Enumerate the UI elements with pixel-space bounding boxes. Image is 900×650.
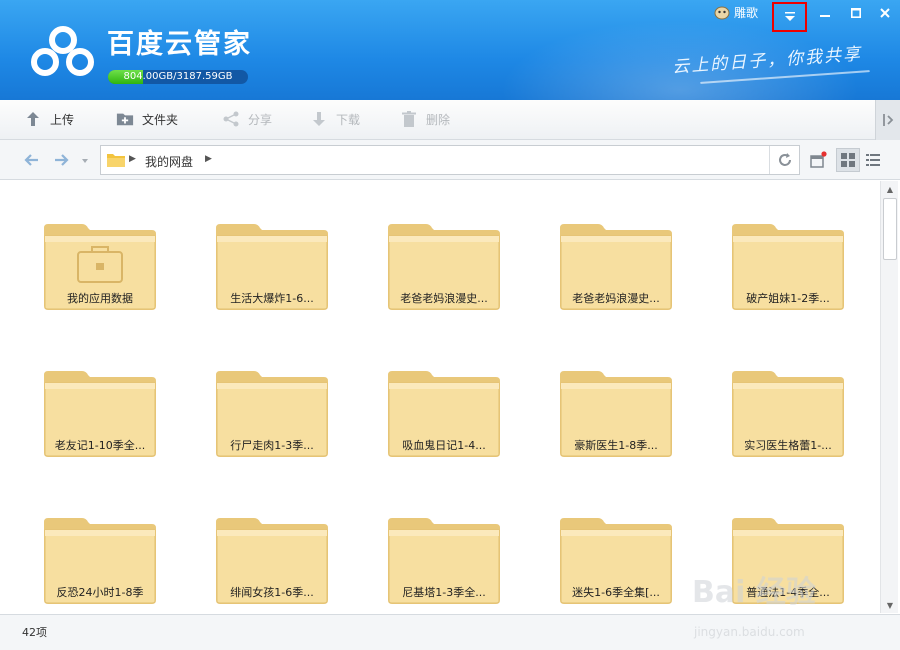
- folder-name: 生活大爆炸1-6...: [230, 292, 314, 305]
- scroll-down-icon[interactable]: ▼: [881, 597, 899, 613]
- history-dropdown-icon[interactable]: [80, 151, 90, 169]
- folder-name: 老爸老妈浪漫史...: [572, 292, 660, 305]
- vertical-scrollbar[interactable]: ▲ ▼: [880, 181, 898, 613]
- folder-name: 迷失1-6季全集[...: [572, 586, 660, 599]
- user-account[interactable]: 雕歌: [714, 4, 758, 21]
- folder-item[interactable]: 绯闻女孩1-6季...: [214, 510, 330, 610]
- grid-view-icon: [841, 153, 855, 167]
- app-title: 百度云管家: [107, 29, 252, 60]
- folder-item[interactable]: 破产姐妹1-2季...: [730, 216, 846, 316]
- forward-arrow-icon[interactable]: [53, 151, 71, 169]
- folder-item[interactable]: 老爸老妈浪漫史...: [386, 216, 502, 316]
- refresh-icon: [778, 153, 791, 166]
- side-panel-toggle[interactable]: [875, 100, 900, 140]
- new-folder-label: 文件夹: [142, 112, 179, 127]
- share-icon: [223, 111, 239, 127]
- breadcrumb-my-disk[interactable]: 我的网盘: [145, 153, 193, 170]
- folder-name: 豪斯医生1-8季...: [574, 439, 658, 452]
- folder-item[interactable]: 普通法1-4季全...: [730, 510, 846, 610]
- minimize-icon: [820, 15, 830, 17]
- folder-item[interactable]: 生活大爆炸1-6...: [214, 216, 330, 316]
- list-view-button[interactable]: [861, 148, 885, 172]
- folder-item[interactable]: 豪斯医生1-8季...: [558, 363, 674, 463]
- upload-arrow-icon: [27, 112, 39, 126]
- storage-quota-text: 804.00GB/3187.59GB: [123, 71, 233, 82]
- address-bar[interactable]: ▶ 我的网盘 ▶: [100, 145, 800, 175]
- share-label: 分享: [248, 112, 273, 127]
- refresh-button[interactable]: [769, 146, 799, 174]
- download-button[interactable]: 下载: [310, 110, 360, 128]
- toolbar: 上传 文件夹 分享 下载 删除: [0, 100, 900, 140]
- notification-icon: [810, 151, 827, 168]
- dropdown-triangle-icon: [784, 12, 795, 21]
- upload-label: 上传: [50, 112, 75, 127]
- folder-item[interactable]: 实习医生格蕾1-...: [730, 363, 846, 463]
- folder-name: 吸血鬼日记1-4...: [402, 439, 486, 452]
- notification-button[interactable]: [806, 148, 830, 172]
- folder-name: 绯闻女孩1-6季...: [230, 586, 314, 599]
- folder-name: 破产姐妹1-2季...: [746, 292, 830, 305]
- new-folder-icon: [116, 113, 134, 126]
- download-label: 下载: [336, 112, 361, 127]
- folder-name: 实习医生格蕾1-...: [744, 439, 832, 452]
- delete-button[interactable]: 删除: [400, 110, 450, 128]
- status-bar: 42项: [0, 614, 900, 650]
- maximize-icon: [851, 8, 861, 18]
- breadcrumb-separator-icon: ▶: [129, 154, 136, 164]
- folder-item[interactable]: 老爸老妈浪漫史...: [558, 216, 674, 316]
- user-avatar-icon: [714, 6, 730, 19]
- title-bar: 百度云管家 804.00GB/3187.59GB 云上的日子，你我共享 雕歌: [0, 0, 900, 100]
- folder-icon: [107, 154, 125, 167]
- folder-item[interactable]: 我的应用数据: [42, 216, 158, 316]
- close-button[interactable]: [872, 3, 898, 23]
- item-count: 42项: [22, 626, 47, 639]
- trash-icon: [402, 111, 416, 127]
- folder-item[interactable]: 吸血鬼日记1-4...: [386, 363, 502, 463]
- collapse-panel-icon: [883, 114, 894, 126]
- download-arrow-icon: [313, 112, 325, 126]
- back-arrow-icon[interactable]: [22, 151, 40, 169]
- upload-button[interactable]: 上传: [24, 110, 74, 128]
- share-button[interactable]: 分享: [222, 110, 272, 128]
- file-grid-area: 我的应用数据 生活大爆炸1-6... 老爸老妈浪漫史... 老爸老妈浪漫史...…: [0, 181, 880, 613]
- folder-item[interactable]: 老友记1-10季全...: [42, 363, 158, 463]
- maximize-button[interactable]: [843, 3, 869, 23]
- folder-name: 老爸老妈浪漫史...: [400, 292, 488, 305]
- storage-quota-bar: 804.00GB/3187.59GB: [108, 70, 248, 84]
- main-menu-button[interactable]: [772, 2, 807, 32]
- folder-name: 老友记1-10季全...: [54, 439, 146, 452]
- folder-name: 我的应用数据: [67, 292, 133, 305]
- scroll-up-icon[interactable]: ▲: [881, 181, 899, 197]
- folder-name: 反恐24小时1-8季: [56, 586, 144, 599]
- folder-name: 普通法1-4季全...: [746, 586, 830, 599]
- folder-item[interactable]: 反恐24小时1-8季: [42, 510, 158, 610]
- delete-label: 删除: [426, 112, 451, 127]
- grid-view-button[interactable]: [836, 148, 860, 172]
- folder-name: 尼基塔1-3季全...: [402, 586, 486, 599]
- scroll-thumb[interactable]: [883, 198, 897, 260]
- new-folder-button[interactable]: 文件夹: [116, 110, 178, 128]
- folder-item[interactable]: 迷失1-6季全集[...: [558, 510, 674, 610]
- folder-name: 行尸走肉1-3季...: [230, 439, 314, 452]
- minimize-button[interactable]: [812, 3, 838, 23]
- folder-item[interactable]: 尼基塔1-3季全...: [386, 510, 502, 610]
- close-icon: [880, 8, 890, 18]
- breadcrumb-expand-icon[interactable]: ▶: [205, 154, 212, 164]
- navigation-bar: ▶ 我的网盘 ▶: [0, 140, 900, 180]
- list-view-icon: [866, 154, 880, 166]
- folder-item[interactable]: 行尸走肉1-3季...: [214, 363, 330, 463]
- baidu-cloud-logo-icon: [31, 26, 94, 76]
- username: 雕歌: [734, 6, 759, 20]
